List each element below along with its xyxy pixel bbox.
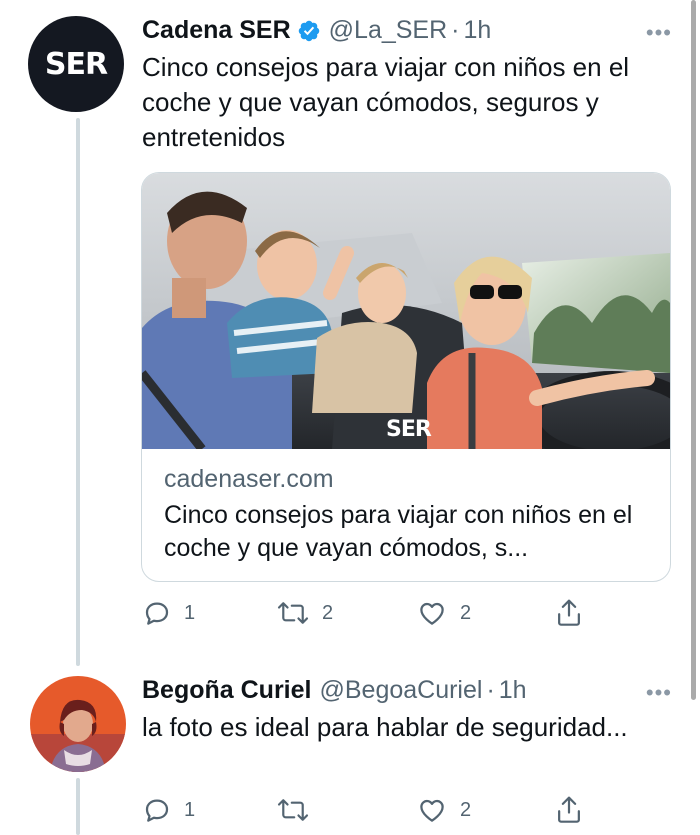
ser-watermark: SER xyxy=(386,417,432,442)
car-family-photo xyxy=(142,173,670,449)
like-button[interactable]: 2 xyxy=(416,795,471,825)
card-image: SER xyxy=(142,173,670,449)
timestamp[interactable]: 1h xyxy=(464,16,492,45)
reply-icon xyxy=(142,598,172,628)
retweet-count: 2 xyxy=(322,601,334,624)
link-card[interactable]: SER cadenaser.com Cinco consejos para vi… xyxy=(141,172,671,582)
tweet-header: Cadena SER @La_SER · 1h xyxy=(142,16,491,45)
retweet-button[interactable]: 2 xyxy=(276,598,333,628)
share-icon xyxy=(554,794,584,826)
reply-count: 1 xyxy=(184,601,196,624)
like-button[interactable]: 2 xyxy=(416,598,471,628)
author-name[interactable]: Begoña Curiel xyxy=(142,676,311,705)
tweet-actions: 1 2 2 xyxy=(142,596,592,630)
retweet-button[interactable] xyxy=(276,795,322,825)
more-options-icon[interactable]: ••• xyxy=(646,20,672,46)
share-button[interactable] xyxy=(554,794,584,826)
author-handle[interactable]: @BegoaCuriel xyxy=(319,676,482,705)
card-title: Cinco consejos para viajar con niños en … xyxy=(164,501,633,562)
tweet-text: la foto es ideal para hablar de segurida… xyxy=(142,712,628,742)
tweet-text: Cinco consejos para viajar con niños en … xyxy=(142,52,630,152)
scrollbar[interactable] xyxy=(691,0,696,700)
reply-icon xyxy=(142,795,172,825)
heart-icon xyxy=(416,598,448,628)
like-count: 2 xyxy=(460,798,472,821)
heart-icon xyxy=(416,795,448,825)
user-avatar-photo xyxy=(30,676,126,772)
separator-dot: · xyxy=(451,16,460,44)
ser-logo: SER xyxy=(44,46,108,82)
card-domain: cadenaser.com xyxy=(164,465,334,493)
separator-dot: · xyxy=(486,676,495,704)
reply-button[interactable]: 1 xyxy=(142,598,195,628)
verified-badge-icon xyxy=(297,19,321,43)
share-button[interactable] xyxy=(554,597,584,629)
author-handle[interactable]: @La_SER xyxy=(329,16,448,45)
share-icon xyxy=(554,597,584,629)
like-count: 2 xyxy=(460,601,472,624)
retweet-icon xyxy=(276,795,310,825)
card-meta: cadenaser.com Cinco consejos para viajar… xyxy=(142,449,670,565)
avatar[interactable]: SER xyxy=(28,16,124,112)
tweet-header: Begoña Curiel @BegoaCuriel · 1h xyxy=(142,676,527,705)
tweet-actions: 1 2 xyxy=(142,793,592,827)
timestamp[interactable]: 1h xyxy=(499,676,527,705)
thread-line xyxy=(76,118,80,666)
more-options-icon[interactable]: ••• xyxy=(646,680,672,706)
reply-count: 1 xyxy=(184,798,196,821)
reply-button[interactable]: 1 xyxy=(142,795,195,825)
author-name[interactable]: Cadena SER xyxy=(142,16,291,45)
retweet-icon xyxy=(276,598,310,628)
thread-line xyxy=(76,778,80,835)
avatar[interactable] xyxy=(30,676,126,772)
